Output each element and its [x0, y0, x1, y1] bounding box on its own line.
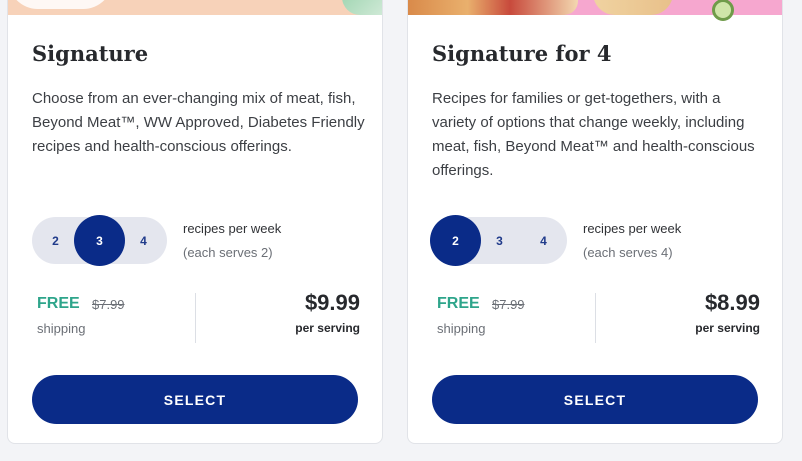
plan-description: Recipes for families or get-togethers, w…: [432, 90, 755, 179]
plan-description: Choose from an ever-changing mix of meat…: [32, 90, 365, 155]
shipping-label: shipping: [437, 321, 486, 336]
original-shipping-price: $7.99: [492, 297, 525, 312]
select-button[interactable]: SELECT: [32, 375, 358, 424]
recipes-option-2[interactable]: 2: [32, 217, 79, 264]
select-button[interactable]: SELECT: [432, 375, 758, 424]
recipes-option-2[interactable]: 2: [430, 215, 481, 266]
pricing-divider: [595, 293, 596, 343]
price-per-serving: $9.99: [304, 290, 360, 315]
shipping-label: shipping: [37, 321, 86, 336]
original-shipping-price: $7.99: [92, 297, 125, 312]
recipes-option-4[interactable]: 4: [520, 217, 567, 264]
free-shipping-badge: FREE: [37, 295, 80, 312]
recipes-option-4[interactable]: 4: [120, 217, 167, 264]
per-serving-label: per serving: [695, 321, 760, 335]
recipes-per-week-selector: 2 3 4: [430, 215, 567, 266]
recipes-per-week-selector: 2 3 4: [32, 215, 167, 266]
recipes-per-week-info: recipes per week (each serves 2): [183, 221, 281, 260]
plan-hero-image: [8, 0, 382, 15]
pricing-divider: [195, 293, 196, 343]
serves-label: (each serves 4): [583, 245, 673, 260]
pricing-row: FREE $7.99 shipping $8.99 per serving: [432, 290, 760, 345]
plan-hero-image: [408, 0, 782, 21]
recipes-per-week-label: recipes per week: [183, 221, 282, 236]
recipes-per-week-label: recipes per week: [583, 221, 682, 236]
per-serving-label: per serving: [295, 321, 360, 335]
price-per-serving: $8.99: [704, 290, 760, 315]
plan-card-signature-for-4: Signature for 4 Recipes for families or …: [407, 0, 783, 444]
recipes-per-week-info: recipes per week (each serves 4): [583, 221, 681, 260]
pricing-row: FREE $7.99 shipping $9.99 per serving: [32, 290, 360, 345]
recipes-option-3[interactable]: 3: [74, 215, 125, 266]
plan-title: Signature: [32, 41, 149, 66]
recipes-option-3[interactable]: 3: [476, 217, 523, 264]
plan-card-signature: Signature Choose from an ever-changing m…: [7, 0, 383, 444]
plan-title: Signature for 4: [432, 41, 612, 66]
free-shipping-badge: FREE: [437, 295, 480, 312]
serves-label: (each serves 2): [183, 245, 273, 260]
